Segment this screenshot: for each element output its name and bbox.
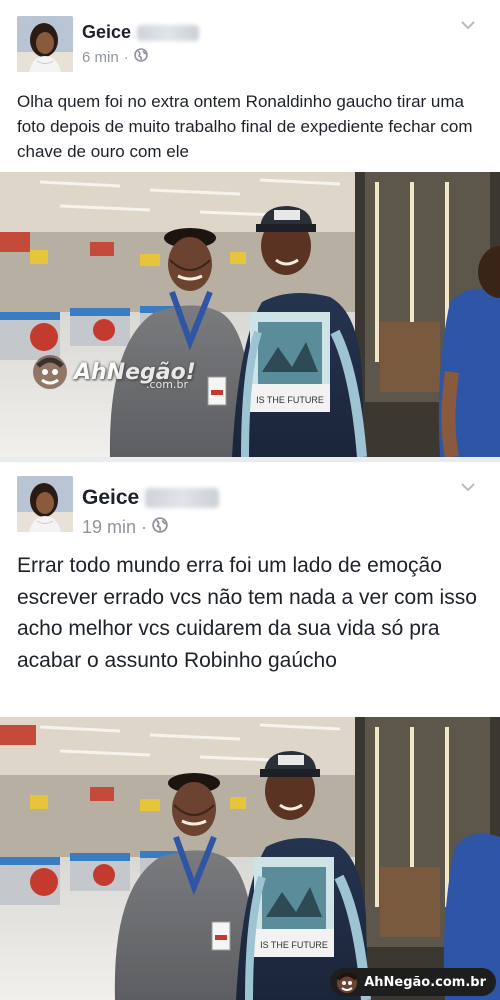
site-badge: AhNegão.com.br [330,968,496,996]
meta-separator: · [141,517,148,537]
shirt-print: IS THE FUTURE [260,940,328,950]
post-timestamp[interactable]: 19 min [82,517,136,538]
post-text: Errar todo mundo erra foi um lado de emo… [17,554,477,672]
globe-icon [152,517,168,538]
site-logo-icon [336,972,358,993]
post-header: Geice 6 min · [0,0,500,80]
photo-scene: IS THE FUTURE [0,172,500,457]
avatar[interactable] [17,476,73,532]
watermark-subtext: .com.br [146,378,188,391]
site-badge-text: AhNegão.com.br [364,974,486,990]
post-card: Geice 6 min · Olha quem foi no extra ont… [0,0,500,457]
blurred-surname [145,488,220,508]
photo-scene: IS THE FUTURE [0,717,500,1000]
post-meta: 19 min · [82,517,168,538]
meta-separator: · [123,48,129,66]
author-first-name[interactable]: Geice [82,22,131,43]
watermark-logo-icon [33,355,67,389]
post-timestamp[interactable]: 6 min [82,49,119,66]
chevron-down-icon[interactable] [456,14,480,36]
author-name[interactable]: Geice [82,486,220,510]
post-meta: 6 min · [82,48,148,66]
watermark: AhNegão! .com.br [30,352,196,392]
globe-icon [133,48,148,66]
post-photo[interactable]: IS THE FUTURE AhNegão! .com.br [0,172,500,457]
blurred-surname [137,24,200,41]
post-text: Olha quem foi no extra ontem Ronaldinho … [17,92,473,161]
chevron-down-icon[interactable] [456,476,480,498]
post-photo[interactable]: IS THE FUTURE AhNegão.com.br [0,717,500,1000]
author-name[interactable]: Geice [82,22,200,43]
post-card: Geice 19 min · Errar todo mundo erra foi… [0,462,500,1000]
avatar[interactable] [17,16,73,72]
shirt-print: IS THE FUTURE [256,395,324,405]
post-header: Geice 19 min · [0,462,500,542]
author-first-name[interactable]: Geice [82,486,139,510]
